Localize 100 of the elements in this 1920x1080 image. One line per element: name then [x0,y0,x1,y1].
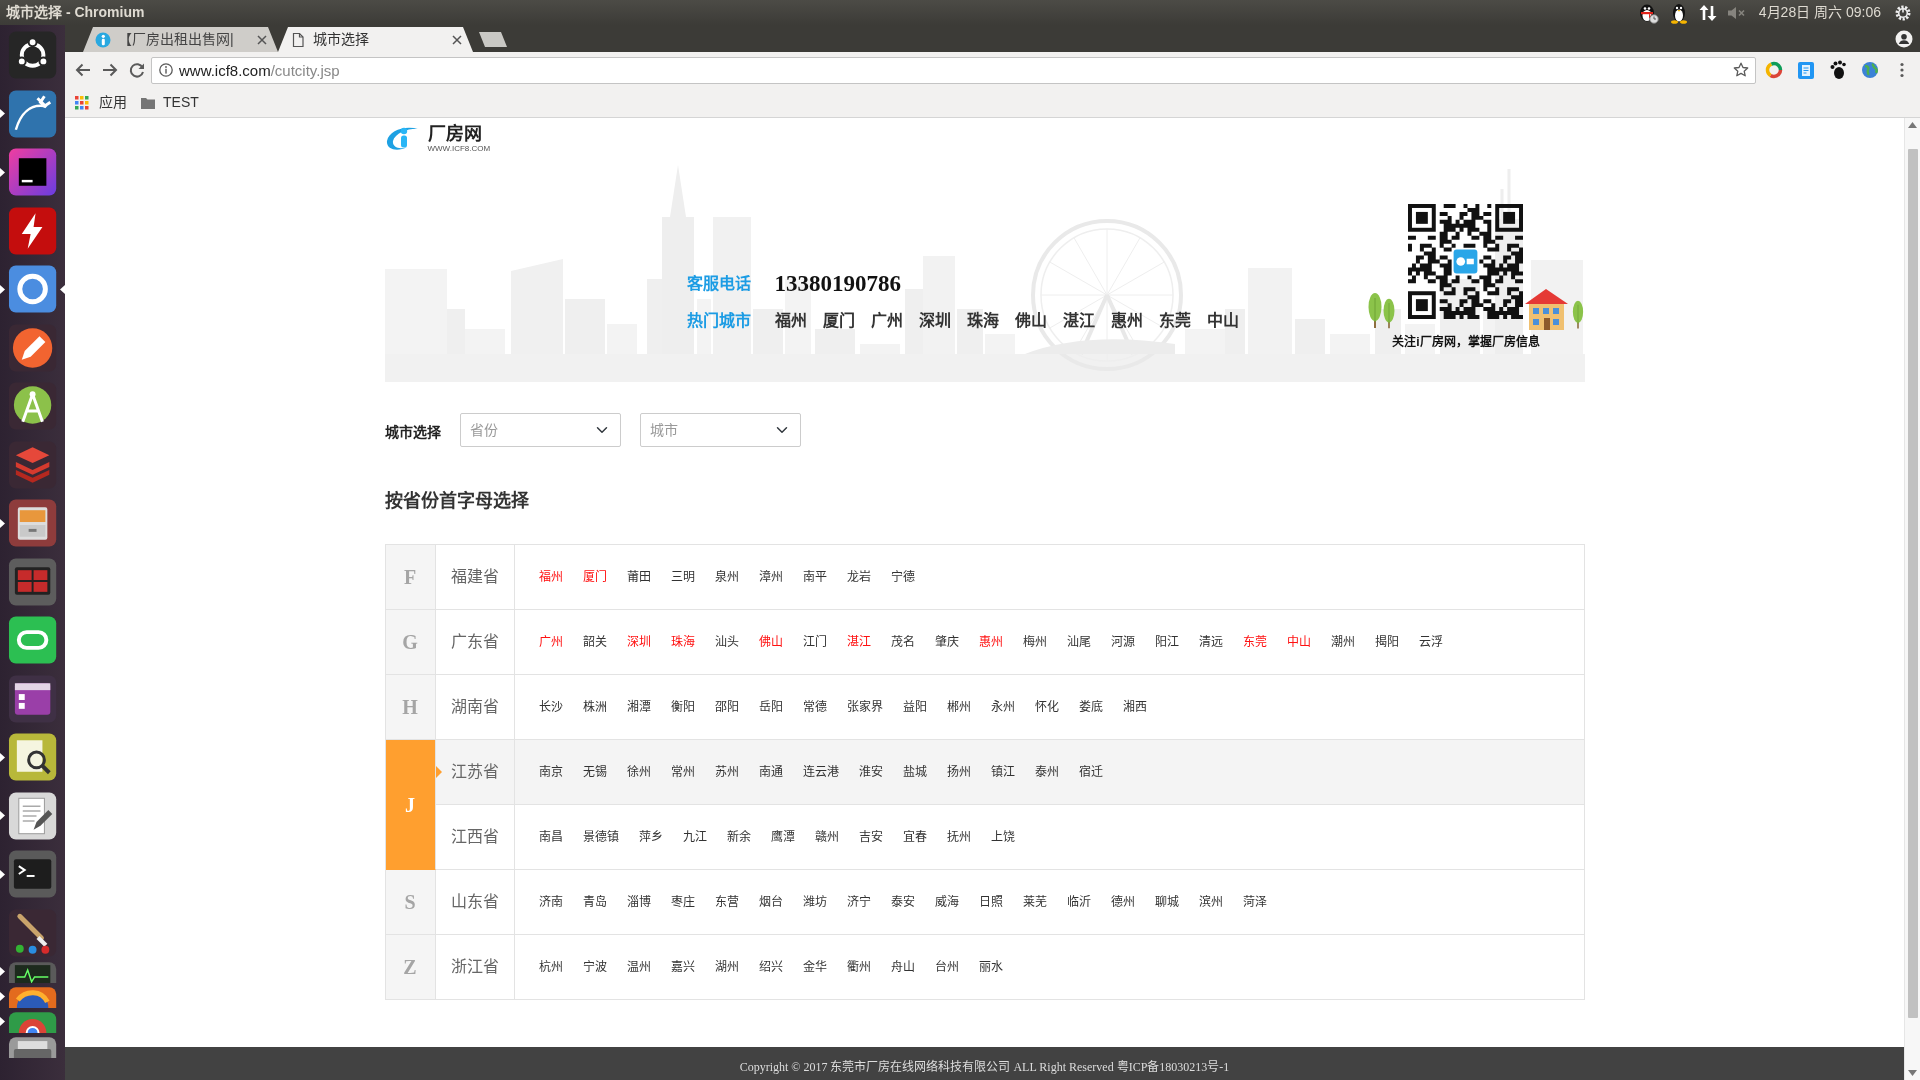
pencil-icon[interactable] [7,322,58,373]
hot-city-link[interactable]: 福州 [774,310,807,333]
browser-tab[interactable]: 城市选择 [278,27,473,52]
monitor-icon[interactable] [7,960,58,983]
city-link[interactable]: 韶关 [582,633,607,651]
city-link[interactable]: 新余 [726,828,751,846]
city-link[interactable]: 江门 [802,633,827,651]
city-link[interactable]: 珠海 [670,633,695,651]
cabinet-icon[interactable] [7,498,58,548]
city-link[interactable]: 南通 [758,763,783,781]
city-link[interactable]: 济宁 [846,893,871,911]
notepad-icon[interactable] [7,790,58,841]
up-down-arrows-icon[interactable] [1698,3,1717,22]
window-icon[interactable] [7,673,58,724]
city-link[interactable]: 泉州 [714,568,739,586]
close-icon[interactable] [257,34,267,45]
city-link[interactable]: 湛江 [846,633,871,651]
gear-icon[interactable] [1894,3,1912,22]
clock[interactable]: 4月28日 周六 09:06 [1758,2,1881,23]
city-link[interactable]: 三明 [670,568,695,586]
hot-city-link[interactable]: 深圳 [918,310,951,333]
city-link[interactable]: 厦门 [582,568,607,586]
pill-icon[interactable] [7,615,58,665]
scroll-up-icon[interactable] [1908,122,1917,128]
city-link[interactable]: 宿迁 [1078,763,1103,781]
city-link[interactable]: 莱芜 [1022,893,1047,911]
city-link[interactable]: 云浮 [1418,633,1443,651]
star-icon[interactable] [1733,62,1749,78]
hot-city-link[interactable]: 惠州 [1110,310,1143,333]
city-link[interactable]: 湘西 [1122,698,1147,716]
city-link[interactable]: 湘潭 [626,698,651,716]
city-link[interactable]: 烟台 [758,893,783,911]
city-link[interactable]: 汕尾 [1066,633,1091,651]
ring-icon[interactable] [7,30,58,80]
city-link[interactable]: 龙岩 [846,568,871,586]
city-link[interactable]: 惠州 [978,633,1003,651]
brush-icon[interactable] [7,907,58,958]
account-icon[interactable] [1895,29,1913,48]
scroll-down-icon[interactable] [1908,1070,1917,1076]
city-link[interactable]: 菏泽 [1242,893,1267,911]
city-link[interactable]: 盐城 [902,763,927,781]
city-link[interactable]: 上饶 [990,828,1015,846]
city-link[interactable]: 台州 [934,958,959,976]
bookmark-button[interactable]: 应用 [71,89,131,116]
browser-tab[interactable]: 【厂房出租出售网| [83,27,278,52]
hot-city-link[interactable]: 中山 [1206,310,1239,333]
city-link[interactable]: 徐州 [626,763,651,781]
hot-city-link[interactable]: 厦门 [822,310,855,333]
new-tab-icon[interactable] [478,32,508,47]
hot-city-link[interactable]: 珠海 [966,310,999,333]
city-link[interactable]: 河源 [1110,633,1135,651]
city-link[interactable]: 东莞 [1242,633,1267,651]
city-link[interactable]: 杭州 [538,958,563,976]
city-link[interactable]: 衢州 [846,958,871,976]
city-link[interactable]: 嘉兴 [670,958,695,976]
footprint-icon[interactable] [1828,60,1848,80]
city-link[interactable]: 福州 [538,568,563,586]
hot-city-link[interactable]: 湛江 [1062,310,1095,333]
city-link[interactable]: 威海 [934,893,959,911]
hot-city-link[interactable]: 广州 [870,310,903,333]
city-link[interactable]: 景德镇 [582,828,619,846]
city-link[interactable]: 南京 [538,763,563,781]
city-link[interactable]: 淮安 [858,763,883,781]
square-icon[interactable] [7,147,58,197]
city-link[interactable]: 德州 [1110,893,1135,911]
city-link[interactable]: 郴州 [946,698,971,716]
globe-icon[interactable] [7,985,58,1008]
city-link[interactable]: 莆田 [626,568,651,586]
city-link[interactable]: 揭阳 [1374,633,1399,651]
city-link[interactable]: 东营 [714,893,739,911]
city-link[interactable]: 九江 [682,828,707,846]
city-link[interactable]: 邵阳 [714,698,739,716]
city-link[interactable]: 岳阳 [758,698,783,716]
city-link[interactable]: 肇庆 [934,633,959,651]
city-link[interactable]: 中山 [1286,633,1311,651]
city-link[interactable]: 汕头 [714,633,739,651]
city-link[interactable]: 株洲 [582,698,607,716]
clipboard-icon[interactable] [1796,60,1816,80]
magnifier-icon[interactable] [7,732,58,782]
city-link[interactable]: 娄底 [1078,698,1103,716]
city-link[interactable]: 滨州 [1198,893,1223,911]
bolt-icon[interactable] [7,205,58,256]
city-link[interactable]: 赣州 [814,828,839,846]
city-link[interactable]: 扬州 [946,763,971,781]
city-link[interactable]: 日照 [978,893,1003,911]
city-link[interactable]: 青岛 [582,893,607,911]
city-link[interactable]: 南昌 [538,828,563,846]
city-link[interactable]: 广州 [538,633,563,651]
city-link[interactable]: 茂名 [890,633,915,651]
city-link[interactable]: 连云港 [802,763,839,781]
city-link[interactable]: 临沂 [1066,893,1091,911]
city-link[interactable]: 吉安 [858,828,883,846]
city-link[interactable]: 舟山 [890,958,915,976]
city-link[interactable]: 金华 [802,958,827,976]
bookmark-button[interactable]: TEST [137,89,203,116]
city-link[interactable]: 鹰潭 [770,828,795,846]
city-link[interactable]: 张家界 [846,698,883,716]
city-link[interactable]: 深圳 [626,633,651,651]
city-link[interactable]: 怀化 [1034,698,1059,716]
city-link[interactable]: 佛山 [758,633,783,651]
